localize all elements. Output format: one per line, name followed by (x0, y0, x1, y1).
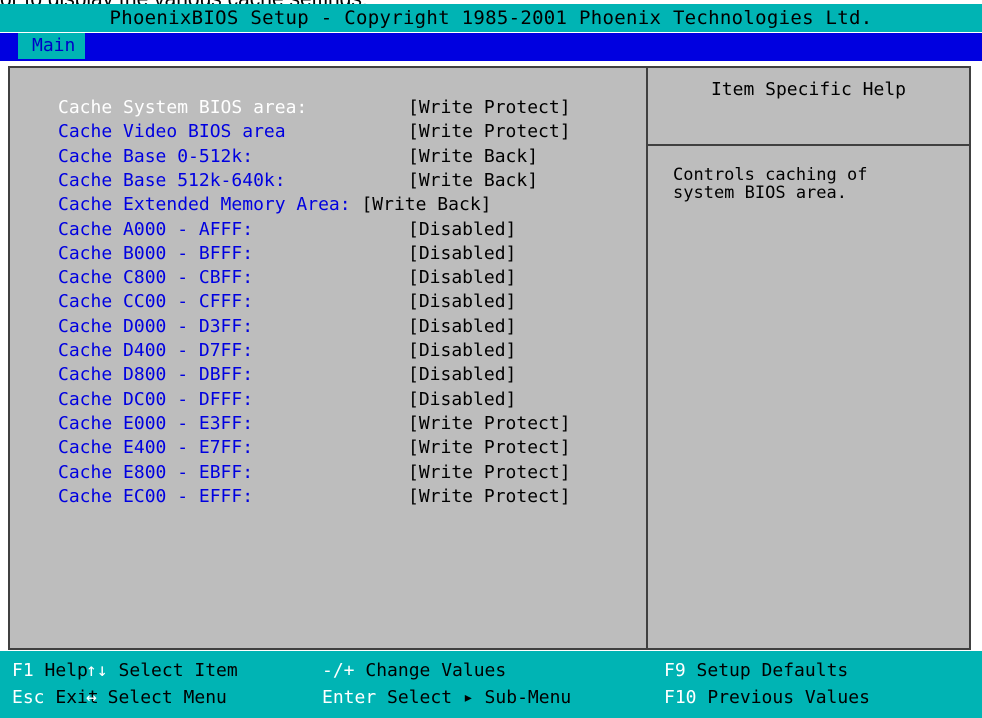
key-hint: F9 Setup Defaults (664, 659, 848, 683)
setting-value[interactable]: [Disabled] (408, 339, 516, 363)
setting-value[interactable]: [Disabled] (408, 363, 516, 387)
setting-label: Cache B000 - BFFF: (58, 242, 254, 264)
key-hint: ↔ Select Menu (86, 686, 227, 710)
key-description: Help (33, 660, 88, 681)
setting-row[interactable]: Cache C800 - CBFF: [Disabled] (58, 266, 516, 290)
setting-value[interactable]: [Write Protect] (408, 461, 571, 485)
setting-value[interactable]: [Disabled] (408, 388, 516, 412)
key-hint: Enter Select ▸ Sub-Menu (322, 686, 571, 710)
setting-label: Cache E400 - E7FF: (58, 437, 254, 459)
setting-value[interactable]: [Write Protect] (408, 485, 571, 509)
setting-label: Cache A000 - AFFF: (58, 218, 254, 240)
setting-label: Cache Extended Memory Area: (58, 194, 351, 216)
setting-value[interactable]: [Write Protect] (408, 412, 571, 436)
setting-label: Cache Base 512k-640k: (58, 169, 286, 191)
setting-value[interactable]: [Disabled] (408, 242, 516, 266)
setting-label: Cache D000 - D3FF: (58, 315, 254, 337)
setting-row[interactable]: Cache D400 - D7FF: [Disabled] (58, 339, 516, 363)
key-label: F10 (664, 687, 697, 708)
key-description: Previous Values (696, 687, 870, 708)
setting-row[interactable]: Cache E000 - E3FF: [Write Protect] (58, 412, 571, 436)
setting-label: Cache Video BIOS area (58, 121, 286, 143)
key-label: Esc (12, 687, 45, 708)
tab-main[interactable]: Main (12, 33, 86, 59)
bios-title-bar: PhoenixBIOS Setup - Copyright 1985-2001 … (0, 4, 982, 32)
key-label: -/+ (322, 660, 355, 681)
key-label: ↑↓ (86, 660, 108, 681)
help-panel: Item Specific Help Controls caching of s… (648, 68, 969, 648)
key-description: Select ▸ Sub-Menu (376, 687, 572, 708)
key-hint: -/+ Change Values (322, 659, 506, 683)
setting-label: Cache D800 - DBFF: (58, 364, 254, 386)
setting-row[interactable]: Cache Base 0-512k: [Write Back] (58, 145, 538, 169)
bios-screen: PhoenixBIOS Setup - Copyright 1985-2001 … (0, 4, 982, 718)
help-title: Item Specific Help (648, 68, 969, 146)
setting-row[interactable]: Cache DC00 - DFFF: [Disabled] (58, 388, 516, 412)
help-text: Controls caching of system BIOS area. (673, 165, 868, 203)
key-description: Change Values (354, 660, 507, 681)
setting-row[interactable]: Cache E800 - EBFF: [Write Protect] (58, 461, 571, 485)
key-label: F1 (12, 660, 34, 681)
setting-value[interactable]: [Disabled] (408, 266, 516, 290)
setting-row[interactable]: Cache D800 - DBFF: [Disabled] (58, 363, 516, 387)
key-description: Select Item (107, 660, 238, 681)
key-description: Select Menu (96, 687, 227, 708)
setting-row[interactable]: Cache System BIOS area: [Write Protect] (58, 96, 571, 120)
setting-label: Cache EC00 - EFFF: (58, 485, 254, 507)
setting-label: Cache System BIOS area: (58, 97, 308, 118)
setting-row[interactable]: Cache Video BIOS area [Write Protect] (58, 120, 571, 144)
menu-bar: Main (0, 33, 982, 61)
setting-row[interactable]: Cache Base 512k-640k: [Write Back] (58, 169, 538, 193)
setting-row[interactable]: Cache E400 - E7FF: [Write Protect] (58, 436, 571, 460)
setting-value[interactable]: [Write Back] (408, 169, 538, 193)
setting-label: Cache CC00 - CFFF: (58, 291, 254, 313)
key-description: Setup Defaults (685, 660, 849, 681)
key-label: ↔ (86, 687, 97, 708)
key-hint: ↑↓ Select Item (86, 659, 238, 683)
setting-label: Cache C800 - CBFF: (58, 267, 254, 289)
setting-label: Cache Base 0-512k: (58, 145, 254, 167)
setting-row[interactable]: Cache D000 - D3FF: [Disabled] (58, 315, 516, 339)
setting-row[interactable]: Cache CC00 - CFFF: [Disabled] (58, 290, 516, 314)
key-legend-bar: F1 Help ↑↓ Select Item -/+ Change Values F9… (0, 651, 982, 718)
key-hint: F10 Previous Values (664, 686, 870, 710)
key-label: F9 (664, 660, 686, 681)
setting-value[interactable]: [Write Back] (351, 194, 491, 215)
setting-label: Cache DC00 - DFFF: (58, 388, 254, 410)
setting-label: Cache E800 - EBFF: (58, 461, 254, 483)
key-label: Enter (322, 687, 377, 708)
setting-value[interactable]: [Write Protect] (408, 120, 571, 144)
setting-value[interactable]: [Write Protect] (408, 96, 571, 120)
setting-value[interactable]: [Disabled] (408, 218, 516, 242)
settings-panel: Cache System BIOS area: [Write Protect] Ca… (10, 68, 648, 648)
main-panel: Cache System BIOS area: [Write Protect] Ca… (8, 66, 971, 650)
setting-label: Cache D400 - D7FF: (58, 340, 254, 361)
setting-value[interactable]: [Disabled] (408, 315, 516, 339)
setting-row[interactable]: Cache Extended Memory Area: [Write Back] (58, 193, 492, 217)
setting-label: Cache E000 - E3FF: (58, 412, 254, 434)
setting-row[interactable]: Cache B000 - BFFF: [Disabled] (58, 242, 516, 266)
setting-row[interactable]: Cache A000 - AFFF: [Disabled] (58, 218, 516, 242)
setting-value[interactable]: [Disabled] (408, 290, 516, 314)
key-hint: F1 Help (12, 659, 88, 683)
setting-value[interactable]: [Write Back] (408, 145, 538, 169)
setting-row[interactable]: Cache EC00 - EFFF: [Write Protect] (58, 485, 571, 509)
setting-value[interactable]: [Write Protect] (408, 436, 571, 460)
